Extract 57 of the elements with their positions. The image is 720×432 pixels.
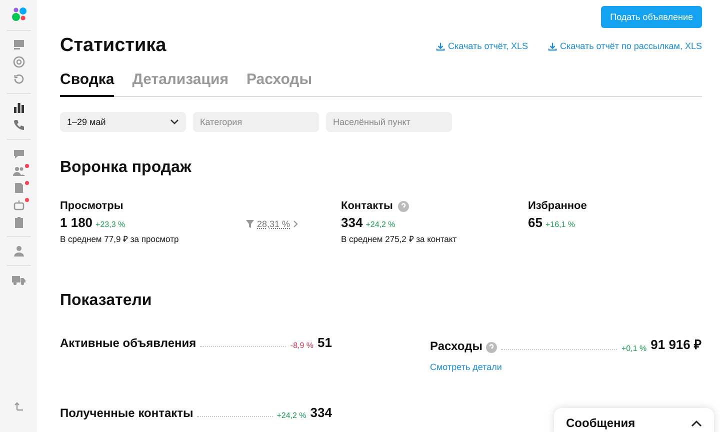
download-icon[interactable] <box>548 42 558 50</box>
metric-value: 65 <box>528 215 542 230</box>
chevron-down-icon[interactable] <box>170 119 179 125</box>
indicator-value: 334 <box>310 405 332 420</box>
chevron-right-icon <box>293 220 298 228</box>
metric-label: Контакты <box>341 200 393 212</box>
download-link[interactable]: Скачать отчёт, XLS <box>436 41 528 51</box>
tab[interactable]: Сводка <box>60 71 114 97</box>
tab[interactable]: Детализация <box>132 71 228 97</box>
filter-icon <box>246 220 254 228</box>
phone-icon[interactable] <box>12 119 24 131</box>
download-link[interactable]: Скачать отчёт по рассылкам, XLS <box>548 41 702 51</box>
change-percent: +0,1 % <box>621 344 647 353</box>
indicator-label: Активные объявления <box>60 336 196 350</box>
bar-chart-icon[interactable] <box>12 102 24 114</box>
date-dropdown[interactable]: 1–29 май <box>60 112 186 132</box>
indicator-value: 91 916 ₽ <box>650 336 702 353</box>
metric-value: 334 <box>341 215 363 230</box>
change-percent: +23,3 % <box>96 220 126 229</box>
metric-note: В среднем 77,9 ₽ за просмотр <box>60 233 180 244</box>
details-link[interactable]: Смотреть детали <box>430 362 502 372</box>
download-icon[interactable] <box>436 42 446 50</box>
change-percent: +24,2 % <box>276 411 306 420</box>
arrow-up-icon[interactable] <box>14 401 24 411</box>
filter-field[interactable]: Населённый пункт <box>326 112 452 132</box>
people-icon[interactable] <box>12 165 24 177</box>
help-icon[interactable] <box>486 342 498 353</box>
truck-icon[interactable] <box>12 274 26 286</box>
change-percent: +16,1 % <box>545 220 576 229</box>
change-percent: +24,2 % <box>366 220 396 229</box>
post-ad-button[interactable]: Подать объявление <box>601 6 702 28</box>
chat-icon[interactable] <box>12 148 24 160</box>
indicator-label: Полученные контакты <box>60 406 194 420</box>
section-title: Воронка продаж <box>60 159 192 177</box>
indicator-label: Расходы <box>430 339 482 353</box>
clipboard-icon[interactable] <box>12 216 24 228</box>
conversion-rate[interactable]: 28,31 % <box>246 219 341 229</box>
indicator-value: 51 <box>318 335 332 350</box>
list-icon[interactable] <box>12 39 24 51</box>
messages-title: Сообщения <box>566 416 636 430</box>
document-icon[interactable] <box>12 182 24 194</box>
filter-field[interactable]: Категория <box>193 112 319 132</box>
history-icon[interactable] <box>12 73 24 85</box>
user-icon[interactable] <box>12 245 24 257</box>
logo-icon[interactable] <box>10 6 26 22</box>
help-icon[interactable] <box>398 200 409 212</box>
change-percent: -8,9 % <box>290 341 314 350</box>
metric-value: 1 180 <box>60 215 93 230</box>
metric-label: Избранное <box>528 200 587 212</box>
metric-label: Просмотры <box>60 200 124 212</box>
tab[interactable]: Расходы <box>246 71 312 97</box>
robot-icon[interactable] <box>12 199 24 211</box>
section-title: Показатели <box>60 292 153 310</box>
messages-panel[interactable]: Сообщения <box>554 408 714 432</box>
metric-note: В среднем 275,2 ₽ за контакт <box>341 233 458 244</box>
caret-icon[interactable] <box>691 420 702 426</box>
page-title: Статистика <box>60 35 166 57</box>
